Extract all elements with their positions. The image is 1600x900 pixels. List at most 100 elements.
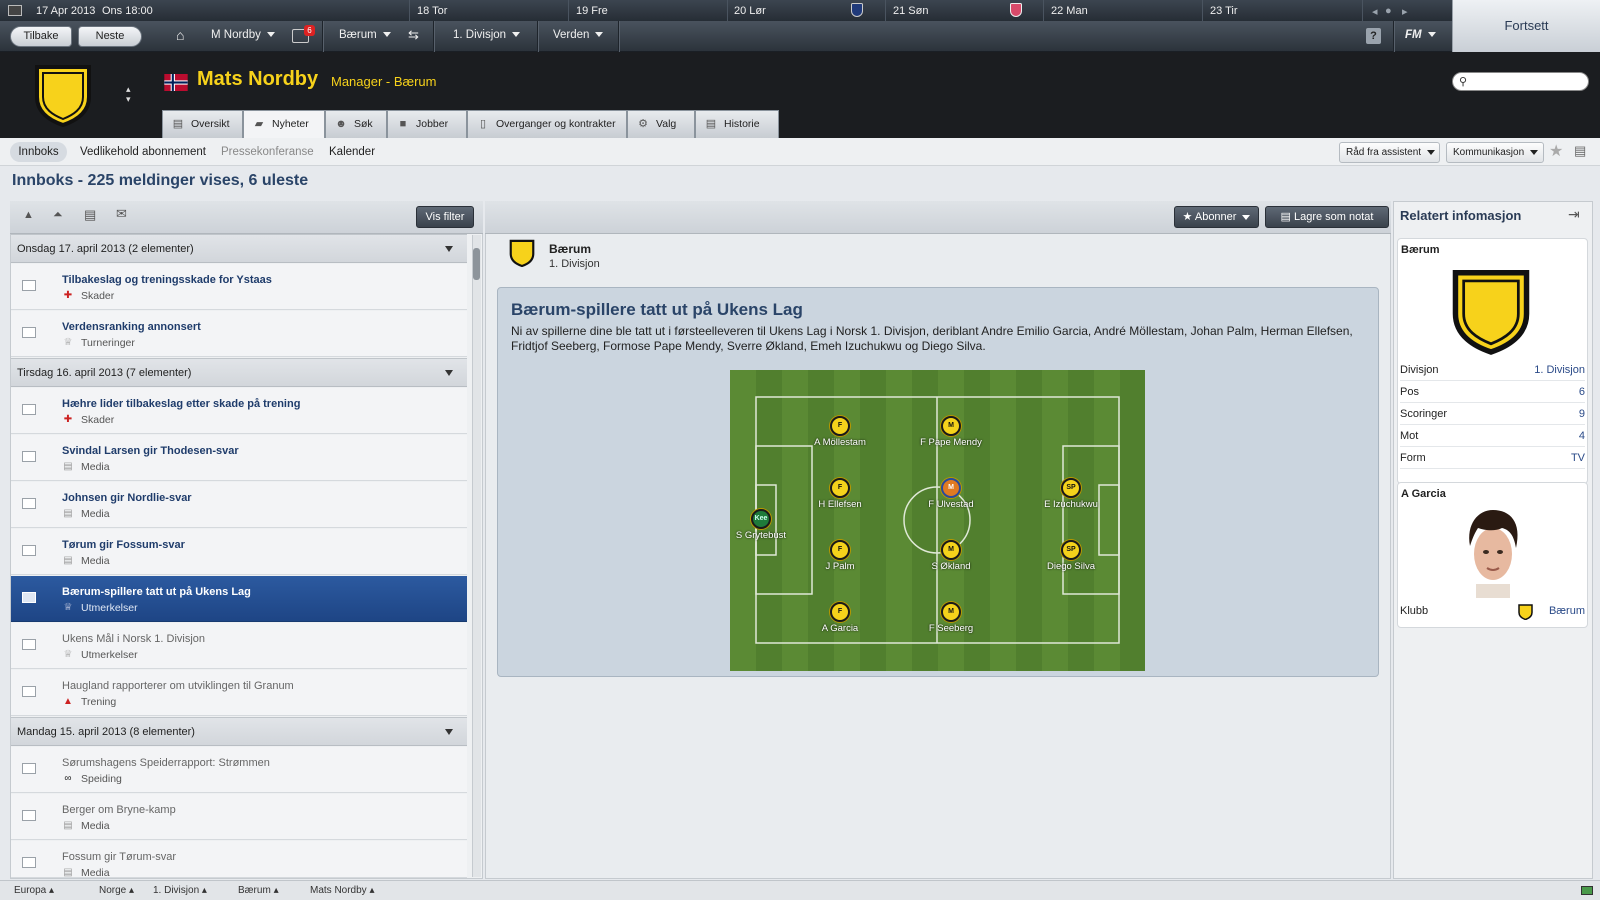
player-marker[interactable]: FA Garcia (795, 602, 885, 634)
tab-nyheter[interactable]: ▰ Nyheter (243, 110, 325, 138)
switch-club-icon[interactable]: ▴ ▾ (126, 84, 131, 104)
player-marker[interactable]: SP E Izuchukwu (1026, 478, 1116, 510)
move-up-icon[interactable]: ▲ (23, 209, 34, 221)
player-marker[interactable]: FJ Palm (795, 540, 885, 572)
calendar-day[interactable]: 19 Fre (576, 5, 608, 17)
player-marker[interactable]: Kee S Grytebust (716, 509, 806, 541)
star-icon[interactable]: ★ (1549, 141, 1563, 161)
open-mail-icon (22, 639, 36, 650)
tab-historie[interactable]: ▤ Historie (695, 110, 779, 138)
breadcrumb-item[interactable]: Norge ▴ (99, 885, 134, 896)
player-marker[interactable]: FH Ellefsen (795, 478, 885, 510)
list-view-icon[interactable]: ▤ (84, 207, 96, 223)
club-card-title[interactable]: Bærum (1401, 244, 1440, 256)
club-value[interactable]: Bærum (1549, 601, 1585, 622)
move-top-icon[interactable]: ⏶ (53, 207, 63, 222)
subnav-kalender[interactable]: Kalender (329, 146, 375, 158)
continue-button[interactable]: Fortsett (1452, 0, 1600, 52)
show-filter-button[interactable]: Vis filter (416, 206, 474, 228)
source-club[interactable]: Bærum (549, 242, 591, 256)
status-icon[interactable] (1581, 886, 1593, 895)
list-item[interactable]: Svindal Larsen gir Thodesen-svar ▤ Media (11, 435, 467, 481)
breadcrumb-item[interactable]: Europa ▴ (14, 885, 54, 896)
add-note-icon[interactable]: ▤ (1574, 143, 1586, 159)
player-marker[interactable]: MF Seeberg (906, 602, 996, 634)
help-button[interactable]: ? (1366, 28, 1381, 44)
breadcrumb-item[interactable]: Bærum ▴ (238, 885, 279, 896)
list-item[interactable]: Sørumshagens Speiderrapport: Strømmen ∞ Sp… (11, 747, 467, 793)
list-item[interactable]: Ukens Mål i Norsk 1. Divisjon ♕ Utmerkelse… (11, 623, 467, 669)
switch-icon[interactable]: ⇆ (408, 27, 419, 43)
source-league[interactable]: 1. Divisjon (549, 258, 600, 270)
fm-menu[interactable]: FM (1405, 29, 1436, 41)
subnav-innboks[interactable]: Innboks (10, 142, 67, 162)
calendar-day[interactable]: 20 Lør (734, 5, 766, 17)
mail-icon[interactable]: ✉ (116, 206, 127, 222)
player-name: H Ellefsen (818, 499, 862, 510)
list-item[interactable]: Hæhre lider tilbakeslag etter skade på t… (11, 388, 467, 434)
club-menu[interactable]: Bærum (339, 29, 391, 41)
scrollbar-thumb[interactable] (473, 248, 480, 280)
world-menu[interactable]: Verden (553, 29, 604, 41)
calendar-day[interactable]: 22 Man (1051, 5, 1088, 17)
communication-button[interactable]: Kommunikasjon (1446, 142, 1544, 163)
player-marker[interactable]: MF Pape Mendy (906, 416, 996, 448)
breadcrumb-item[interactable]: 1. Divisjon ▴ (153, 885, 207, 896)
save-as-note-button[interactable]: ▤ Lagre som notat (1265, 206, 1389, 228)
list-item[interactable]: Tilbakeslag og treningsskade for Ystaas ✚… (11, 264, 467, 310)
stat-value[interactable]: 1. Divisjon (1534, 360, 1585, 381)
search-input[interactable]: ⚲ (1452, 72, 1589, 91)
list-item[interactable]: Johnsen gir Nordlie-svar ▤ Media (11, 482, 467, 528)
list-item[interactable]: Haugland rapporterer om utviklingen til … (11, 670, 467, 716)
collapse-panel-icon[interactable]: ⇥ (1568, 206, 1580, 223)
list-item[interactable]: Berger om Bryne-kamp ▤ Media (11, 794, 467, 840)
tab-valg[interactable]: ⚙ Valg (627, 110, 695, 138)
assistant-advice-button[interactable]: Råd fra assistent (1339, 142, 1440, 163)
group-header[interactable]: Onsdag 17. april 2013 (2 elementer) (11, 234, 467, 263)
news-title: Bærum-spillere tatt ut på Ukens Lag (511, 300, 803, 319)
message-subject: Ukens Mål i Norsk 1. Divisjon (62, 633, 206, 645)
subnav-pressekonferanse[interactable]: Pressekonferanse (221, 146, 314, 158)
home-icon[interactable]: ⌂ (176, 27, 184, 43)
subnav-vedlikehold[interactable]: Vedlikehold abonnement (80, 146, 206, 158)
tab-overganger[interactable]: ▯ Overganger og kontrakter (467, 110, 627, 138)
player-marker[interactable]: SP Diego Silva (1026, 540, 1116, 572)
collapse-icon (445, 246, 453, 252)
group-header[interactable]: Tirsdag 16. april 2013 (7 elementer) (11, 358, 467, 387)
player-name: Diego Silva (1046, 561, 1096, 572)
team-of-week-pitch: Kee S Grytebust FA Möllestam FH Ellefsen … (730, 370, 1145, 671)
match-shield-icon[interactable] (851, 3, 863, 17)
position-badge: F (830, 540, 850, 560)
tab-oversikt[interactable]: ▤ Oversikt (162, 110, 243, 138)
inbox-scrollbar[interactable] (472, 235, 481, 877)
list-item[interactable]: Verdensranking annonsert ♕ Turneringer (11, 311, 467, 357)
player-marker[interactable]: FA Möllestam (795, 416, 885, 448)
news-body: Ni av spillerne dine ble tatt ut i først… (511, 324, 1353, 353)
today-icon[interactable]: ● (1385, 5, 1392, 17)
back-button[interactable]: Tilbake (10, 26, 72, 47)
match-shield-icon[interactable] (1010, 3, 1022, 17)
tab-jobber[interactable]: ■ Jobber (387, 110, 467, 138)
player-marker[interactable]: MS Økland (906, 540, 996, 572)
calendar-day[interactable]: 21 Søn (893, 5, 928, 17)
league-menu[interactable]: 1. Divisjon (453, 29, 521, 41)
next-day-icon[interactable]: ▸ (1402, 5, 1408, 18)
breadcrumb-item[interactable]: Mats Nordby ▴ (310, 885, 375, 896)
tab-sok[interactable]: ☻ Søk (325, 110, 387, 138)
calendar-day[interactable]: 18 Tor (417, 5, 447, 17)
calendar-day[interactable]: 23 Tir (1210, 5, 1238, 17)
prev-day-icon[interactable]: ◂ (1372, 5, 1378, 18)
player-marker[interactable]: MF Ulvestad (906, 478, 996, 510)
list-item-selected[interactable]: Bærum-spillere tatt ut på Ukens Lag ♕ Utme… (11, 576, 467, 622)
message-category: Media (81, 867, 110, 878)
group-header[interactable]: Mandag 15. april 2013 (8 elementer) (11, 717, 467, 746)
list-item[interactable]: Fossum gir Tørum-svar ▤ Media (11, 841, 467, 878)
player-card-title[interactable]: A Garcia (1401, 488, 1446, 500)
calendar-icon[interactable] (8, 5, 22, 16)
briefcase-icon: ■ (399, 118, 407, 130)
subscribe-button[interactable]: ★ Abonner (1174, 206, 1259, 228)
list-item[interactable]: Tørum gir Fossum-svar ▤ Media (11, 529, 467, 575)
group-header-label: Tirsdag 16. april 2013 (7 elementer) (17, 367, 192, 379)
manager-menu[interactable]: M Nordby (211, 29, 275, 41)
next-button[interactable]: Neste (78, 26, 142, 47)
